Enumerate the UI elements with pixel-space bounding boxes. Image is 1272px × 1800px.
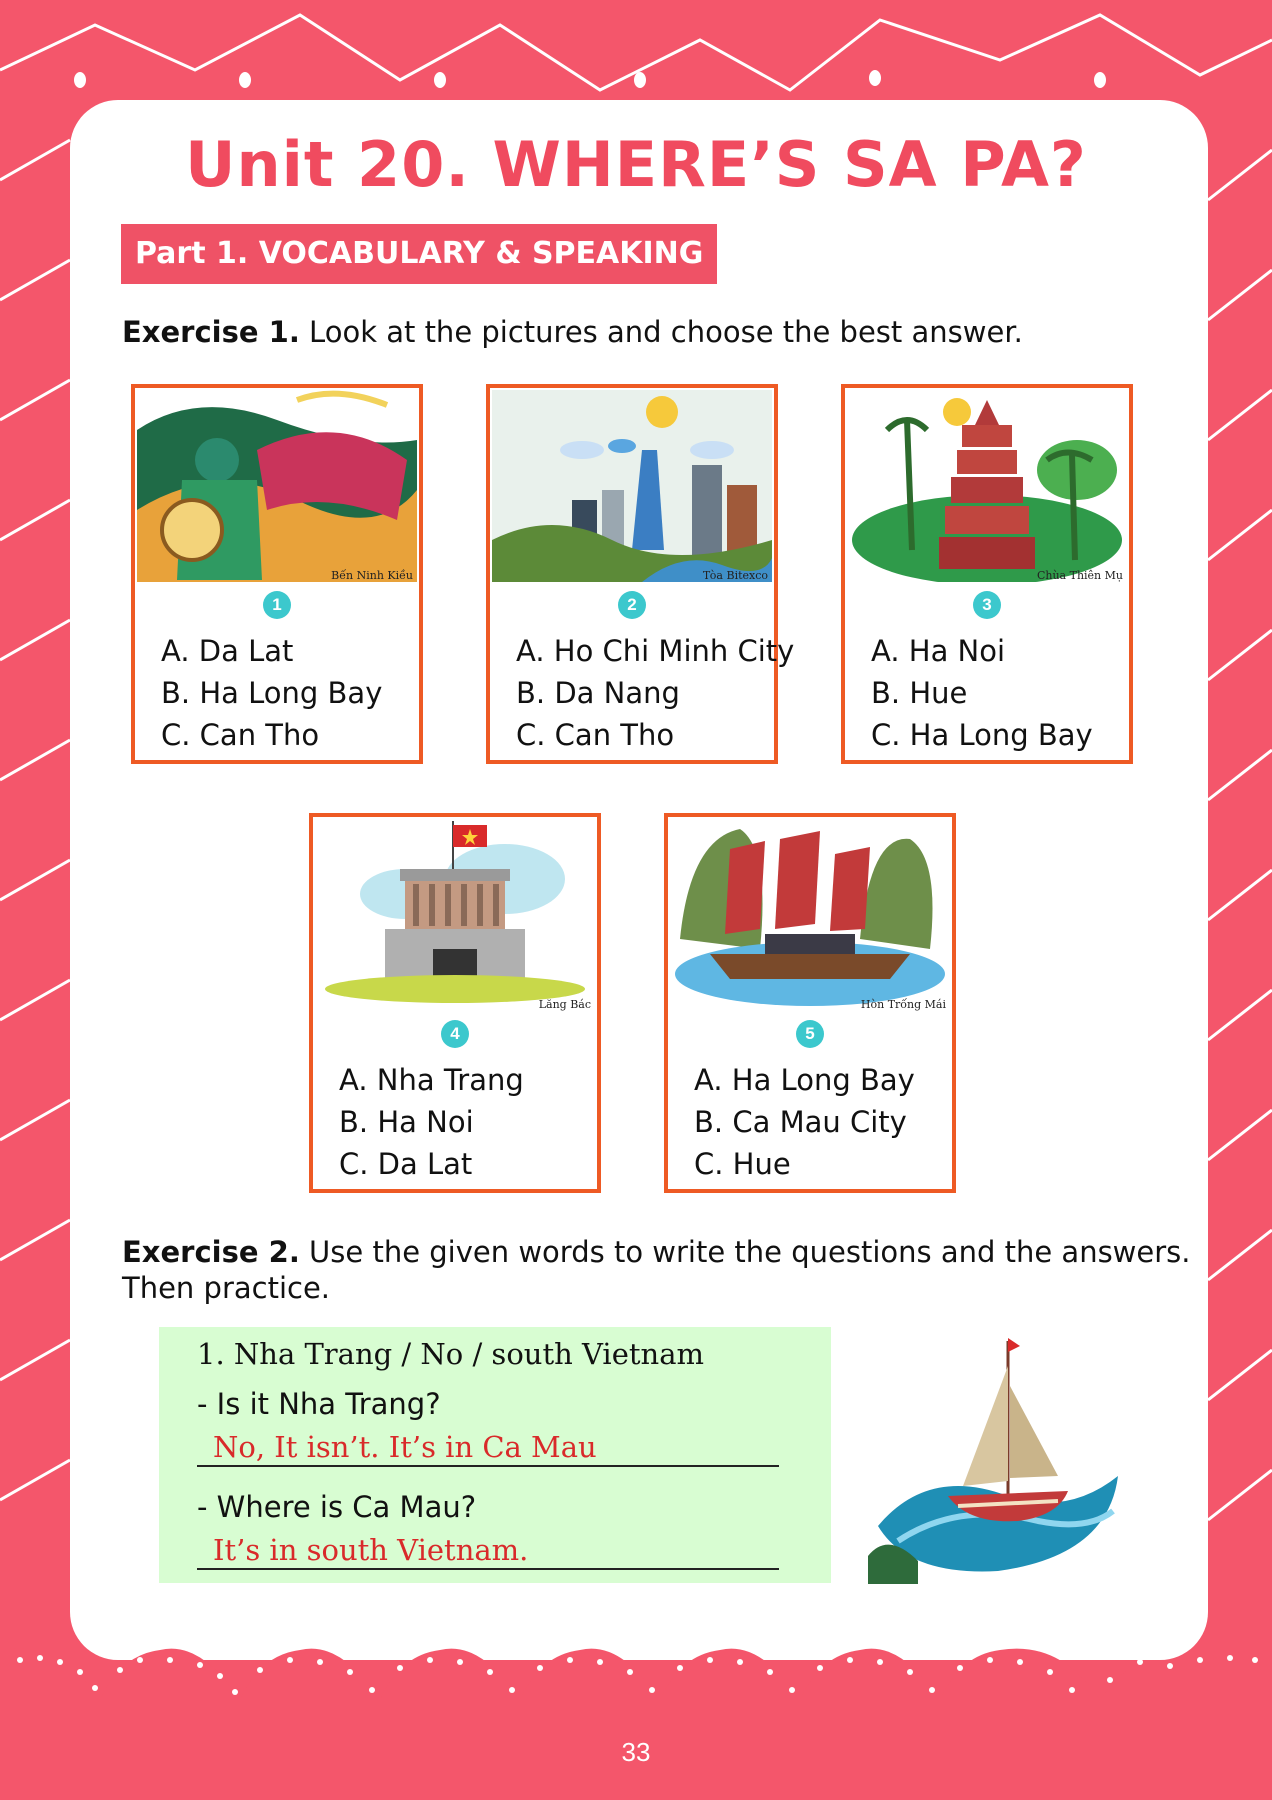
option-b[interactable]: B. Da Nang — [516, 672, 794, 714]
unit-title: Unit 20. WHERE’S SA PA? — [185, 128, 1087, 201]
worksheet-page: Unit 20. WHERE’S SA PA? Part 1. VOCABULA… — [0, 0, 1272, 1800]
picture-caption: Hòn Trống Mái — [860, 998, 946, 1011]
question-card-5: Hòn Trống Mái 5 A. Ha Long Bay B. Ca Mau… — [664, 813, 956, 1193]
option-c[interactable]: C. Can Tho — [161, 714, 382, 756]
picture-caption: Tòa Bitexco — [702, 569, 768, 582]
answer-options: A. Nha Trang B. Ha Noi C. Da Lat — [339, 1059, 524, 1185]
option-c[interactable]: C. Da Lat — [339, 1143, 524, 1185]
answer-options: A. Ha Long Bay B. Ca Mau City C. Hue — [694, 1059, 915, 1185]
exercise1-heading: Exercise 1. Look at the pictures and cho… — [122, 314, 1023, 350]
ninh-kieu-picture — [137, 390, 417, 582]
option-a[interactable]: A. Nha Trang — [339, 1059, 524, 1101]
part-banner: Part 1. VOCABULARY & SPEAKING — [121, 224, 718, 284]
exercise2-heading: Exercise 2. Use the given words to write… — [122, 1234, 1191, 1306]
exercise2-instruction-line2: Then practice. — [122, 1271, 331, 1305]
question-number-badge: 3 — [973, 591, 1001, 619]
exercise2-question-1: - Is it Nha Trang? — [197, 1387, 441, 1421]
question-number-badge: 5 — [796, 1020, 824, 1048]
answer-options: A. Da Lat B. Ha Long Bay C. Can Tho — [161, 630, 382, 756]
answer-options: A. Ho Chi Minh City B. Da Nang C. Can Th… — [516, 630, 794, 756]
option-c[interactable]: C. Ha Long Bay — [871, 714, 1093, 756]
question-number-badge: 1 — [263, 591, 291, 619]
exercise2-instruction: Use the given words to write the questio… — [299, 1235, 1191, 1269]
option-c[interactable]: C. Hue — [694, 1143, 915, 1185]
option-a[interactable]: A. Ho Chi Minh City — [516, 630, 794, 672]
thien-mu-pagoda-picture — [847, 390, 1127, 582]
option-b[interactable]: B. Ha Long Bay — [161, 672, 382, 714]
exercise1-instruction: Look at the pictures and choose the best… — [299, 315, 1023, 349]
sailboat-illustration — [868, 1326, 1128, 1584]
picture-caption: Chùa Thiên Mụ — [1036, 569, 1123, 582]
ho-chi-minh-mausoleum-picture — [315, 819, 595, 1011]
exercise2-panel: 1. Nha Trang / No / south Vietnam - Is i… — [159, 1327, 831, 1583]
page-number: 33 — [621, 1737, 651, 1767]
bitexco-picture — [492, 390, 772, 582]
option-b[interactable]: B. Ca Mau City — [694, 1101, 915, 1143]
question-number-badge: 2 — [618, 591, 646, 619]
question-card-3: Chùa Thiên Mụ 3 A. Ha Noi B. Hue C. Ha L… — [841, 384, 1133, 764]
answer-options: A. Ha Noi B. Hue C. Ha Long Bay — [871, 630, 1093, 756]
option-a[interactable]: A. Ha Noi — [871, 630, 1093, 672]
exercise1-label: Exercise 1. — [122, 315, 300, 349]
exercise2-answer-1[interactable]: No, It isn’t. It’s in Ca Mau — [197, 1427, 779, 1467]
option-b[interactable]: B. Hue — [871, 672, 1093, 714]
question-number-badge: 4 — [441, 1020, 469, 1048]
option-a[interactable]: A. Da Lat — [161, 630, 382, 672]
exercise2-label: Exercise 2. — [122, 1235, 300, 1269]
exercise2-answer-2[interactable]: It’s in south Vietnam. — [197, 1530, 779, 1570]
ha-long-bay-junk-boat-picture — [670, 819, 950, 1011]
picture-caption: Lăng Bác — [538, 998, 591, 1011]
question-card-2: Tòa Bitexco 2 A. Ho Chi Minh City B. Da … — [486, 384, 794, 764]
picture-caption: Bến Ninh Kiều — [331, 569, 413, 582]
question-card-1: Bến Ninh Kiều 1 A. Da Lat B. Ha Long Bay… — [131, 384, 423, 764]
exercise2-prompt: 1. Nha Trang / No / south Vietnam — [197, 1337, 704, 1371]
option-c[interactable]: C. Can Tho — [516, 714, 794, 756]
exercise2-question-2: - Where is Ca Mau? — [197, 1490, 477, 1524]
option-a[interactable]: A. Ha Long Bay — [694, 1059, 915, 1101]
question-card-4: Lăng Bác 4 A. Nha Trang B. Ha Noi C. Da … — [309, 813, 601, 1193]
option-b[interactable]: B. Ha Noi — [339, 1101, 524, 1143]
